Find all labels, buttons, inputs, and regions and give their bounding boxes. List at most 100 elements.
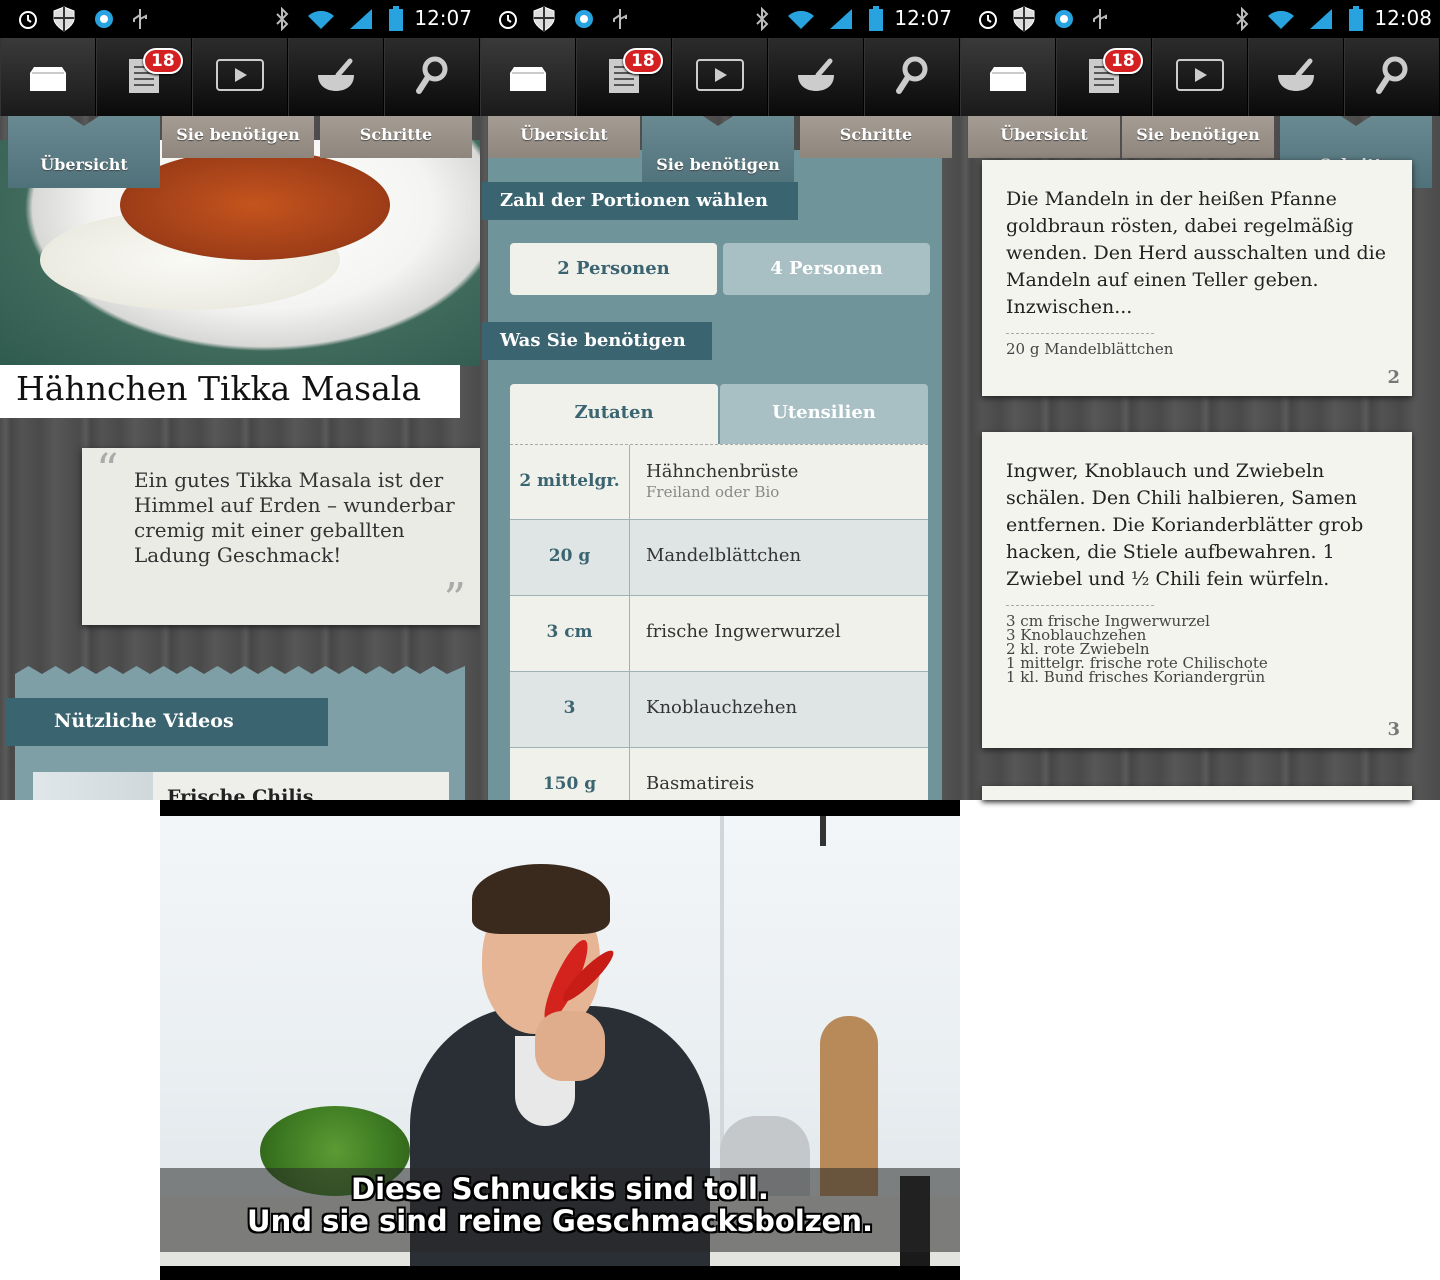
- toolbar-search-button[interactable]: [384, 38, 480, 116]
- usb-icon: [610, 7, 630, 31]
- ingredients-screen: 12:07 18 Übersicht Sie benötigen Schritt…: [480, 0, 960, 800]
- tab-overview[interactable]: Übersicht: [968, 116, 1120, 158]
- ingredient-amount: 3 cm: [510, 596, 630, 672]
- box-icon: [28, 57, 68, 97]
- toolbar-video-button[interactable]: [192, 38, 288, 116]
- ingredient-row: 20 g Mandelblättchen: [510, 520, 928, 596]
- ingredient-note: Freiland oder Bio: [646, 483, 780, 501]
- toolbar-video-button[interactable]: [1152, 38, 1248, 116]
- tab-overview[interactable]: Übersicht: [488, 116, 640, 158]
- mortar-pestle-icon: [316, 57, 356, 97]
- tab-ingredients[interactable]: Sie benötigen: [642, 116, 794, 188]
- tab-ingredients[interactable]: Sie benötigen: [1122, 116, 1274, 158]
- location-icon: [1052, 7, 1076, 31]
- ingredient-row: 3 Knoblauchzehen: [510, 672, 928, 748]
- ingredient-amount: 150 g: [510, 748, 630, 800]
- toolbar-box-button[interactable]: [480, 38, 576, 116]
- toolbar-recipes-button[interactable]: 18: [96, 38, 192, 116]
- wifi-icon: [306, 7, 336, 31]
- video-frame: Diese Schnuckis sind toll. Und sie sind …: [160, 816, 960, 1266]
- toolbar-mortar-button[interactable]: [288, 38, 384, 116]
- box-icon: [508, 57, 548, 97]
- ingredient-row: 150 g Basmatireis: [510, 748, 928, 800]
- step-number: 2: [1387, 367, 1400, 388]
- step-ingredient: 1 kl. Bund frisches Koriandergrün: [1006, 668, 1266, 686]
- step-ingredient: 20 g Mandelblättchen: [1006, 340, 1174, 358]
- battery-icon: [1348, 6, 1364, 31]
- tab-overview[interactable]: Übersicht: [8, 116, 160, 188]
- location-icon: [572, 7, 596, 31]
- ingredient-amount: 3: [510, 672, 630, 748]
- toolbar-mortar-button[interactable]: [768, 38, 864, 116]
- toolbar-box-button[interactable]: [960, 38, 1056, 116]
- quote-close-mark: ”: [443, 574, 467, 625]
- toolbar-search-button[interactable]: [1344, 38, 1440, 116]
- recipe-quote: “ Ein gutes Tikka Masala ist der Himmel …: [82, 448, 480, 625]
- bluetooth-icon: [1234, 7, 1250, 31]
- needs-label: Was Sie benötigen: [482, 322, 712, 360]
- overview-screen: 12:07 18 Übersicht Sie benötigen Schritt…: [0, 0, 480, 800]
- step-divider: [1006, 605, 1154, 606]
- ingredient-row: 2 mittelgr. Hähnchenbrüste Freiland oder…: [510, 444, 928, 521]
- main-toolbar: 18: [0, 38, 480, 116]
- video-icon: [216, 59, 264, 95]
- step-card-next: [982, 786, 1412, 800]
- video-icon: [696, 59, 744, 95]
- alarm-icon: [16, 7, 40, 31]
- recipe-title: Hähnchen Tikka Masala: [0, 365, 460, 418]
- shield-icon: [532, 6, 556, 32]
- ingredient-amount: 2 mittelgr.: [510, 445, 630, 521]
- toolbar-mortar-button[interactable]: [1248, 38, 1344, 116]
- recipe-tabs: Übersicht Sie benötigen Schritte: [0, 116, 480, 196]
- step-divider: [1006, 333, 1154, 334]
- ingredient-name: Mandelblättchen: [646, 545, 802, 566]
- status-bar: 12:07: [480, 0, 960, 38]
- quote-text: Ein gutes Tikka Masala ist der Himmel au…: [134, 468, 455, 567]
- tab-utensils-list[interactable]: Utensilien: [720, 384, 928, 444]
- step-card: Ingwer, Knoblauch und Zwiebeln schälen. …: [982, 432, 1412, 748]
- video-icon: [1176, 59, 1224, 95]
- search-icon: [415, 56, 449, 98]
- step-text: Die Mandeln in der heißen Pfanne goldbra…: [1006, 188, 1386, 318]
- bluetooth-icon: [754, 7, 770, 31]
- portion-4-button[interactable]: 4 Personen: [723, 243, 930, 295]
- tab-ingredients[interactable]: Sie benötigen: [162, 116, 314, 158]
- toolbar-video-button[interactable]: [672, 38, 768, 116]
- portions-label: Zahl der Portionen wählen: [482, 182, 798, 220]
- tab-steps[interactable]: Schritte: [800, 116, 952, 158]
- portion-2-button[interactable]: 2 Personen: [510, 243, 717, 295]
- ingredient-amount: 20 g: [510, 520, 630, 596]
- toolbar-recipes-button[interactable]: 18: [576, 38, 672, 116]
- signal-icon: [348, 7, 374, 31]
- tab-ingredients-list[interactable]: Zutaten: [510, 384, 718, 444]
- toolbar-recipes-button[interactable]: 18: [1056, 38, 1152, 116]
- person-hair: [472, 864, 610, 934]
- main-toolbar: 18: [960, 38, 1440, 116]
- subtitle-line-2: Und sie sind reine Geschmacksbolzen.: [247, 1204, 873, 1238]
- tab-steps[interactable]: Schritte: [320, 116, 472, 158]
- shield-icon: [52, 6, 76, 32]
- hand: [535, 1011, 605, 1081]
- signal-icon: [1308, 7, 1334, 31]
- video-card-title: Frische Chilis: [167, 786, 314, 800]
- signal-icon: [828, 7, 854, 31]
- toolbar-search-button[interactable]: [864, 38, 960, 116]
- toolbar-box-button[interactable]: [0, 38, 96, 116]
- notification-badge: 18: [623, 48, 663, 74]
- box-icon: [988, 57, 1028, 97]
- search-icon: [895, 56, 929, 98]
- status-bar: 12:08: [960, 0, 1440, 38]
- battery-icon: [868, 6, 884, 31]
- videos-label: Nützliche Videos: [6, 698, 328, 746]
- quote-open-mark: “: [96, 445, 119, 496]
- mortar-pestle-icon: [1276, 57, 1316, 97]
- ingredient-row: 3 cm frische Ingwerwurzel: [510, 596, 928, 672]
- main-toolbar: 18: [480, 38, 960, 116]
- alarm-icon: [496, 7, 520, 31]
- video-card[interactable]: Frische Chilis: [33, 772, 449, 800]
- clock: 12:08: [1374, 6, 1432, 30]
- alarm-icon: [976, 7, 1000, 31]
- shelf: [820, 816, 826, 846]
- step-card: Die Mandeln in der heißen Pfanne goldbra…: [982, 160, 1412, 396]
- video-player[interactable]: Diese Schnuckis sind toll. Und sie sind …: [160, 800, 960, 1280]
